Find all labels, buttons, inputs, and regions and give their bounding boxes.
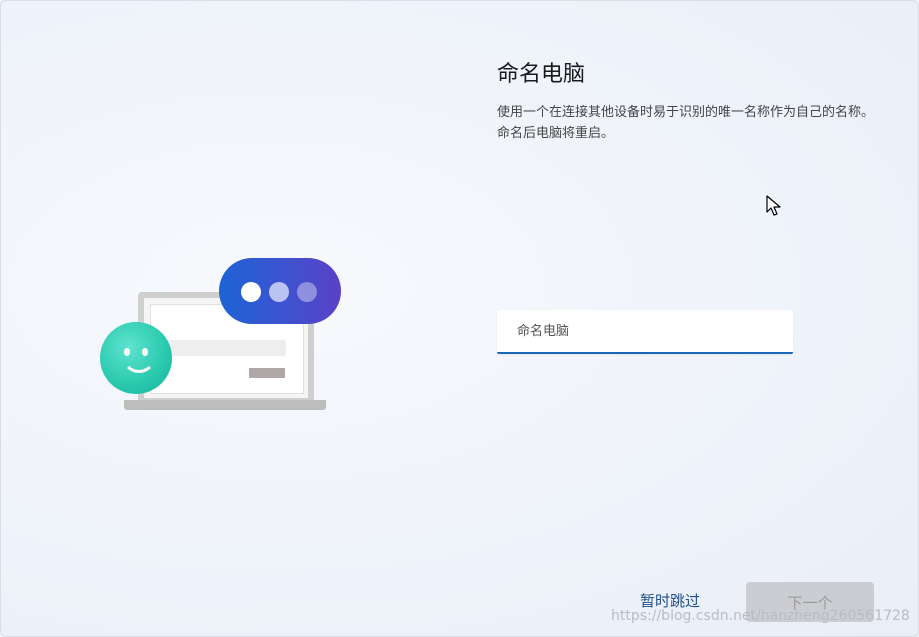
next-button[interactable]: 下一个 <box>746 582 874 622</box>
page-title: 命名电脑 <box>497 62 586 87</box>
page-description: 使用一个在连接其他设备时易于识别的唯一名称作为自己的名称。命名后电脑将重启。 <box>497 105 875 141</box>
pointer-cursor-icon <box>766 195 781 216</box>
chat-bubble-icon <box>219 258 341 324</box>
chat-dot <box>269 282 289 302</box>
chat-dot <box>241 282 261 302</box>
skip-for-now-button[interactable]: 暂时跳过 <box>640 590 700 611</box>
laptop-window-button <box>249 368 285 378</box>
smiley-mouth <box>122 356 156 373</box>
laptop-base <box>124 400 326 410</box>
device-illustration <box>96 256 346 416</box>
chat-dot <box>297 282 317 302</box>
smiley-eye <box>124 348 130 356</box>
laptop-window-field <box>158 340 286 356</box>
smiley-eye <box>142 348 148 356</box>
smiley-face-icon <box>100 322 172 394</box>
computer-name-input[interactable] <box>497 310 793 354</box>
